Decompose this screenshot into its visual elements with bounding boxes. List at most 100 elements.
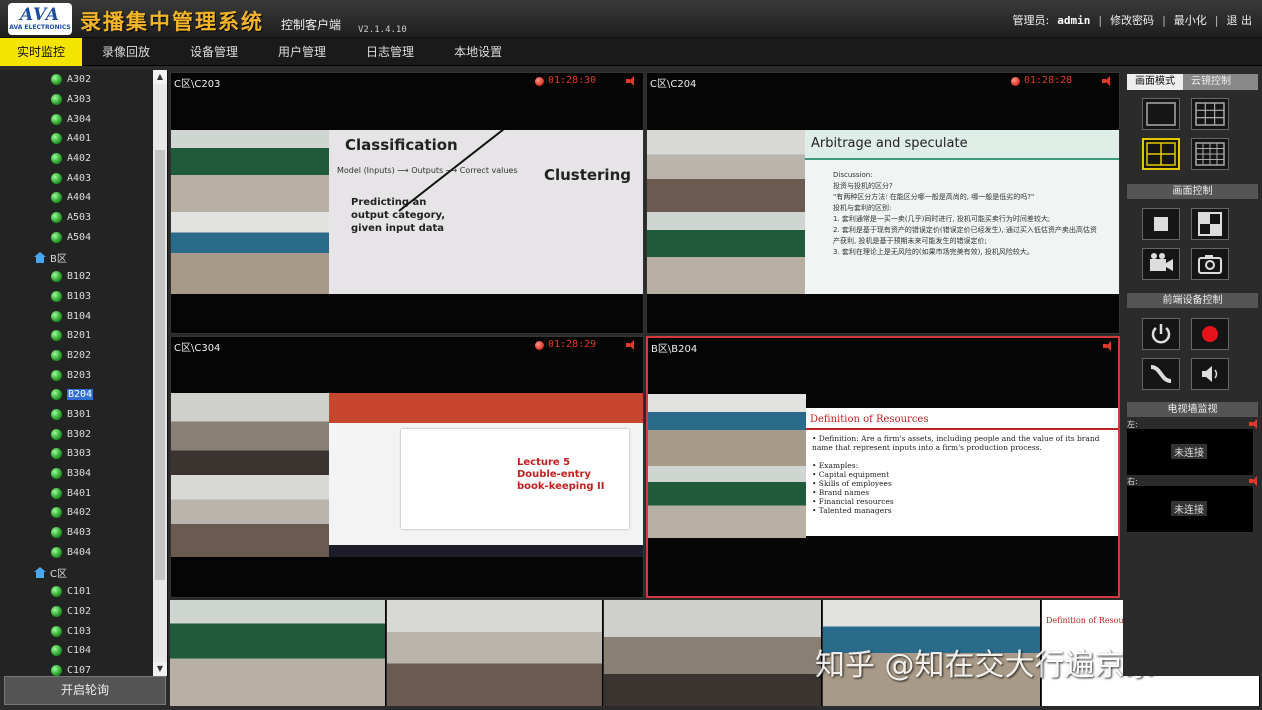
video-cell-c203[interactable]: C区\C203 01:28:30 Classification Model (I… <box>170 72 644 334</box>
change-password-link[interactable]: 修改密码 <box>1110 12 1154 28</box>
online-status-icon <box>51 468 62 480</box>
video-feed: Arbitrage and speculate Discussion: 投资与投… <box>647 130 1119 294</box>
power-button[interactable] <box>1142 318 1180 350</box>
online-status-icon <box>51 172 62 184</box>
camera-icon <box>1198 255 1222 274</box>
tree-room[interactable]: B304 <box>0 464 154 484</box>
tree-room[interactable]: A503 <box>0 208 154 228</box>
online-status-icon <box>51 448 62 460</box>
tab-ptz-control[interactable]: 云镜控制 <box>1183 74 1239 90</box>
tree-label: B202 <box>67 349 92 361</box>
menu-user-management[interactable]: 用户管理 <box>258 38 346 66</box>
audio-icon <box>626 340 636 350</box>
slide-title: Classification <box>345 136 458 154</box>
online-status-icon <box>51 192 62 204</box>
tree-zone[interactable]: B区 <box>0 247 154 267</box>
camera-tracking-button[interactable] <box>1142 358 1180 390</box>
tree-room[interactable]: B303 <box>0 444 154 464</box>
layout-four-icon <box>1146 142 1176 166</box>
tree-room[interactable]: C104 <box>0 641 154 661</box>
tree-room[interactable]: A303 <box>0 90 154 110</box>
menu-log-management[interactable]: 日志管理 <box>346 38 434 66</box>
tree-room[interactable]: A401 <box>0 129 154 149</box>
scroll-thumb[interactable] <box>155 150 165 580</box>
tree-room[interactable]: C107 <box>0 661 154 676</box>
tree-zone[interactable]: C区 <box>0 562 154 582</box>
menu-local-settings[interactable]: 本地设置 <box>434 38 522 66</box>
layout-4x4-button[interactable] <box>1191 138 1229 170</box>
stop-view-button[interactable] <box>1142 208 1180 240</box>
video-feed: Classification Model (Inputs) ⟶ Outputs … <box>171 130 643 294</box>
tree-room[interactable]: B404 <box>0 543 154 563</box>
tree-scrollbar[interactable]: ▲ ▼ <box>153 70 167 676</box>
logo-mark: AVA <box>19 4 60 25</box>
tv-status: 未连接 <box>1171 444 1207 459</box>
tree-label: C107 <box>67 664 92 676</box>
video-cell-c204[interactable]: C区\C204 01:28:28 Arbitrage and speculate… <box>646 72 1120 334</box>
layout-1x1-button[interactable] <box>1142 98 1180 130</box>
tree-room[interactable]: B204 <box>0 385 154 405</box>
record-time: 01:28:30 <box>548 75 597 86</box>
tree-room[interactable]: B103 <box>0 287 154 307</box>
stop-icon <box>1154 217 1168 231</box>
video-cell-c304[interactable]: C区\C304 01:28:29 Lecture 5 Double-entry … <box>170 336 644 598</box>
layout-nine-icon <box>1195 102 1225 126</box>
separator: | <box>1098 13 1103 27</box>
tree-room[interactable]: B203 <box>0 365 154 385</box>
tree-room[interactable]: B301 <box>0 405 154 425</box>
snapshot-button[interactable] <box>1191 248 1229 280</box>
tree-room[interactable]: B401 <box>0 483 154 503</box>
tv-monitor-right[interactable]: 未连接 <box>1127 486 1253 532</box>
tree-room[interactable]: A404 <box>0 188 154 208</box>
record-time: 01:28:28 <box>1024 75 1073 86</box>
scroll-up-icon[interactable]: ▲ <box>153 70 167 84</box>
tree-room[interactable]: A504 <box>0 228 154 248</box>
tree-room[interactable]: B302 <box>0 424 154 444</box>
online-status-icon <box>51 409 62 421</box>
scroll-down-icon[interactable]: ▼ <box>153 662 167 676</box>
tree-room[interactable]: B104 <box>0 306 154 326</box>
layout-3x3-button[interactable] <box>1191 98 1229 130</box>
minimize-link[interactable]: 最小化 <box>1174 12 1207 28</box>
tree-room[interactable]: A304 <box>0 109 154 129</box>
volume-button[interactable] <box>1191 358 1229 390</box>
split-view-button[interactable] <box>1191 208 1229 240</box>
tree-room[interactable]: B402 <box>0 503 154 523</box>
tree-room[interactable]: C101 <box>0 582 154 602</box>
tree-label: B403 <box>67 527 92 539</box>
online-status-icon <box>51 271 62 283</box>
online-status-icon <box>51 212 62 224</box>
record-button[interactable] <box>1191 318 1229 350</box>
tree-room[interactable]: B202 <box>0 346 154 366</box>
thumbnail-feed[interactable] <box>387 600 603 706</box>
tree-room[interactable]: B201 <box>0 326 154 346</box>
thumbnail-feed[interactable] <box>604 600 822 706</box>
video-cell-b204[interactable]: B区\B204 Definition of Resources • Defini… <box>646 336 1120 598</box>
header: AVA AVA ELECTRONICS 录播集中管理系统 控制客户端 V2.1.… <box>0 0 1262 38</box>
section-screen-control: 画面控制 <box>1127 184 1258 199</box>
tree-room[interactable]: B403 <box>0 523 154 543</box>
thumbnail-feed[interactable] <box>170 600 386 706</box>
slide-title: Definition of Resources <box>810 414 929 425</box>
online-status-icon <box>51 546 62 558</box>
tree-label: B区 <box>50 253 67 265</box>
record-video-button[interactable] <box>1142 248 1180 280</box>
exit-link[interactable]: 退 出 <box>1227 12 1253 28</box>
menu-device-management[interactable]: 设备管理 <box>170 38 258 66</box>
tree-label: B102 <box>67 271 92 283</box>
tab-screen-mode[interactable]: 画面模式 <box>1127 74 1183 90</box>
tree-room[interactable]: C103 <box>0 621 154 641</box>
main-menu: 实时监控 录像回放 设备管理 用户管理 日志管理 本地设置 <box>0 38 1262 66</box>
start-tour-button[interactable]: 开启轮询 <box>4 676 166 705</box>
menu-playback[interactable]: 录像回放 <box>82 38 170 66</box>
tree-room[interactable]: B102 <box>0 267 154 287</box>
tv-monitor-left[interactable]: 未连接 <box>1127 429 1253 475</box>
separator: | <box>1162 13 1166 27</box>
menu-live-monitor[interactable]: 实时监控 <box>0 38 82 66</box>
layout-2x2-button[interactable] <box>1142 138 1180 170</box>
tree-room[interactable]: A302 <box>0 70 154 90</box>
tree-room[interactable]: C102 <box>0 602 154 622</box>
tree-room[interactable]: A402 <box>0 149 154 169</box>
tree-room[interactable]: A403 <box>0 168 154 188</box>
section-tv-wall: 电视墙监视 <box>1127 402 1258 417</box>
